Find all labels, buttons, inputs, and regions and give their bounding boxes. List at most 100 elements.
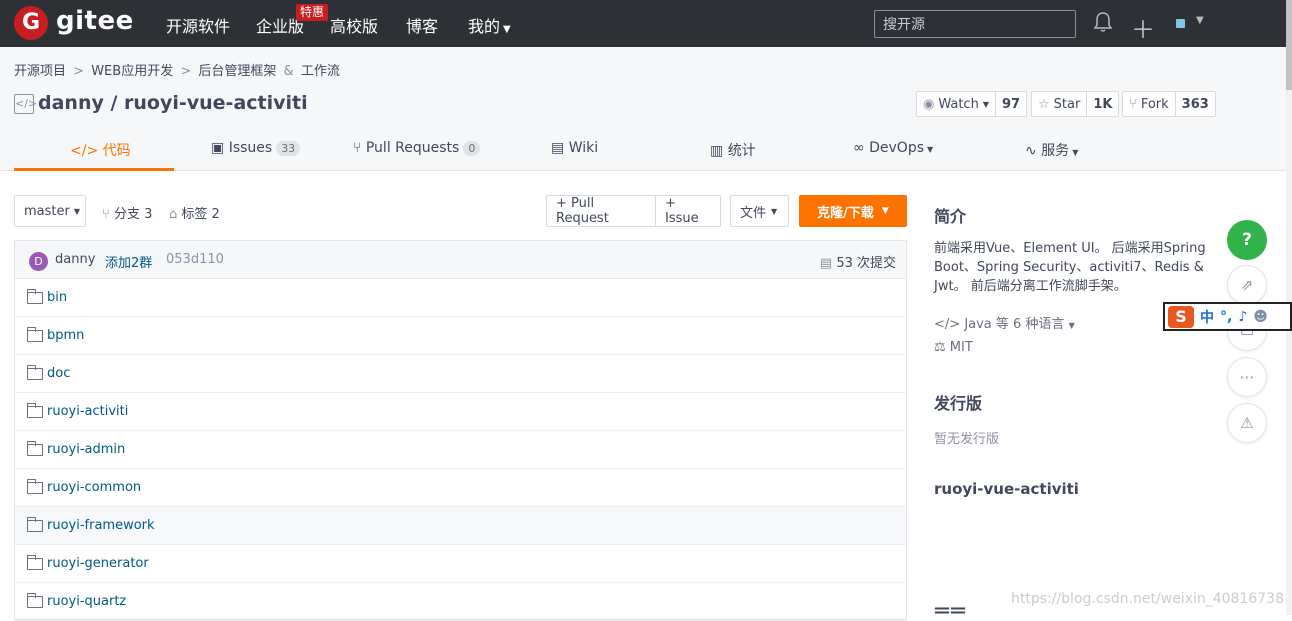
file-name[interactable]: ruoyi-framework	[47, 518, 155, 533]
promo-badge: 特惠	[296, 4, 328, 21]
list-item[interactable]: ruoyi-admin	[15, 431, 906, 469]
list-item[interactable]: ruoyi-framework	[15, 507, 906, 545]
folder-icon	[27, 368, 43, 380]
nav-campus[interactable]: 高校版	[330, 13, 378, 37]
comment-icon[interactable]: ⋯	[1227, 357, 1267, 397]
gitee-logo-icon[interactable]: G	[14, 6, 48, 40]
microphone-icon[interactable]: ♪	[1238, 309, 1247, 325]
new-issue-button[interactable]: + Issue	[655, 195, 721, 227]
active-tab-indicator	[14, 168, 174, 171]
tab-label: DevOps	[869, 140, 924, 156]
breadcrumb-item[interactable]: 工作流	[301, 64, 340, 79]
list-item[interactable]: ruoyi-common	[15, 469, 906, 507]
caret-down-icon: ▼	[1069, 321, 1075, 330]
code-repo-icon: </>	[14, 94, 34, 114]
star-button[interactable]: ☆Star 1K	[1031, 91, 1119, 117]
avatar[interactable]: D	[29, 252, 48, 271]
tab-wiki[interactable]: ▤ Wiki	[551, 140, 598, 156]
pulse-icon: ∿	[1025, 143, 1037, 159]
tab-label: 统计	[728, 143, 756, 159]
file-name[interactable]: ruoyi-quartz	[47, 594, 126, 609]
scale-icon: ⚖	[934, 340, 946, 355]
code-icon: </>	[934, 317, 960, 332]
file-name[interactable]: ruoyi-generator	[47, 556, 149, 571]
ime-lang[interactable]: 中	[1200, 307, 1214, 327]
ime-punct[interactable]: °,	[1220, 309, 1232, 325]
branch-icon: ⑂	[102, 207, 110, 222]
file-name[interactable]: bin	[47, 290, 67, 305]
star-count[interactable]: 1K	[1086, 92, 1118, 116]
list-item[interactable]: bin	[15, 279, 906, 317]
tags-link[interactable]: ⌂ 标签 2	[169, 203, 220, 222]
breadcrumb-item[interactable]: WEB应用开发	[91, 64, 173, 79]
warning-icon[interactable]: ⚠	[1227, 403, 1267, 443]
file-menu-button[interactable]: 文件▼	[730, 195, 789, 227]
license-info[interactable]: ⚖ MIT	[934, 340, 973, 355]
fork-icon: ⑂	[1129, 97, 1137, 112]
fork-count[interactable]: 363	[1175, 92, 1215, 116]
tab-devops[interactable]: ∞ DevOps▼	[853, 140, 933, 156]
caret-down-icon: ▼	[882, 206, 889, 216]
commit-message[interactable]: 添加2群	[105, 252, 152, 271]
user-icon[interactable]: ☻	[1253, 309, 1268, 325]
branch-select[interactable]: master▼	[14, 195, 86, 227]
nav-blog[interactable]: 博客	[406, 13, 438, 37]
tab-stats[interactable]: ▥ 统计	[710, 140, 756, 160]
plus-icon[interactable]: ＋	[1131, 10, 1155, 45]
tab-label: Wiki	[569, 140, 598, 156]
star-label: Star	[1054, 97, 1081, 112]
file-name[interactable]: bpmn	[47, 328, 84, 343]
caret-down-icon[interactable]: ▼	[1196, 15, 1204, 26]
breadcrumb-item[interactable]: 开源项目	[14, 64, 66, 79]
issues-count-badge: 33	[276, 141, 300, 156]
caret-down-icon: ▼	[983, 100, 989, 109]
list-item[interactable]: doc	[15, 355, 906, 393]
logo-text[interactable]: gitee	[56, 6, 134, 36]
commit-count[interactable]: ▤ 53 次提交	[820, 252, 896, 271]
breadcrumb-item[interactable]: 后台管理框架	[198, 64, 276, 79]
tab-issues[interactable]: ▣ Issues33	[211, 140, 300, 156]
folder-icon	[27, 520, 43, 532]
caret-down-icon: ▼	[771, 207, 777, 216]
watch-count[interactable]: 97	[995, 92, 1026, 116]
file-name[interactable]: ruoyi-common	[47, 480, 141, 495]
nav-mine[interactable]: 我的▼	[468, 13, 511, 37]
share-icon[interactable]: ⇗	[1227, 265, 1267, 305]
list-item[interactable]: bpmn	[15, 317, 906, 355]
watch-button[interactable]: ◉Watch▼ 97	[916, 91, 1027, 117]
list-item[interactable]: ruoyi-quartz	[15, 583, 906, 621]
folder-icon	[27, 444, 43, 456]
cutoff-heading: —— ——	[934, 606, 994, 615]
repo-title-text[interactable]: danny / ruoyi-vue-activiti	[38, 92, 308, 114]
file-name[interactable]: ruoyi-activiti	[47, 404, 128, 419]
repo-description: 前端采用Vue、Element UI。 后端采用Spring Boot、Spri…	[934, 239, 1216, 296]
language-info[interactable]: </> Java 等 6 种语言 ▼	[934, 313, 1075, 332]
file-name[interactable]: ruoyi-admin	[47, 442, 125, 457]
scrollbar-thumb[interactable]	[1286, 0, 1292, 90]
tab-pull-requests[interactable]: ⑂ Pull Requests0	[353, 140, 480, 156]
fork-button[interactable]: ⑂Fork 363	[1122, 91, 1216, 117]
help-button[interactable]: ?	[1227, 220, 1267, 260]
commit-sha[interactable]: 053d110	[166, 252, 224, 267]
latest-commit: D danny 添加2群 053d110 ▤ 53 次提交	[15, 241, 906, 279]
ime-toolbar[interactable]: S 中 °, ♪ ☻	[1163, 302, 1292, 331]
nav-open-source[interactable]: 开源软件	[166, 13, 230, 37]
list-item[interactable]: ruoyi-generator	[15, 545, 906, 583]
commit-author[interactable]: danny	[55, 252, 95, 267]
pull-request-icon: ⑂	[353, 140, 361, 156]
caret-down-icon: ▼	[74, 207, 80, 216]
branches-link[interactable]: ⑂ 分支 3	[102, 203, 152, 222]
clone-label: 克隆/下载	[817, 202, 874, 221]
breadcrumb: 开源项目 > WEB应用开发 > 后台管理框架 & 工作流	[14, 60, 340, 79]
tab-code[interactable]: </> 代码	[70, 140, 131, 160]
list-item[interactable]: ruoyi-activiti	[15, 393, 906, 431]
clone-download-button[interactable]: 克隆/下载 ▼	[799, 195, 907, 227]
file-name[interactable]: doc	[47, 366, 70, 381]
avatar[interactable]	[1176, 19, 1185, 28]
tab-services[interactable]: ∿ 服务▼	[1025, 140, 1078, 160]
new-pull-request-button[interactable]: + Pull Request	[546, 195, 656, 227]
search-input[interactable]	[874, 10, 1076, 38]
tab-label: 代码	[103, 143, 131, 159]
tab-label: 服务	[1041, 143, 1069, 159]
bell-icon[interactable]	[1093, 11, 1113, 38]
